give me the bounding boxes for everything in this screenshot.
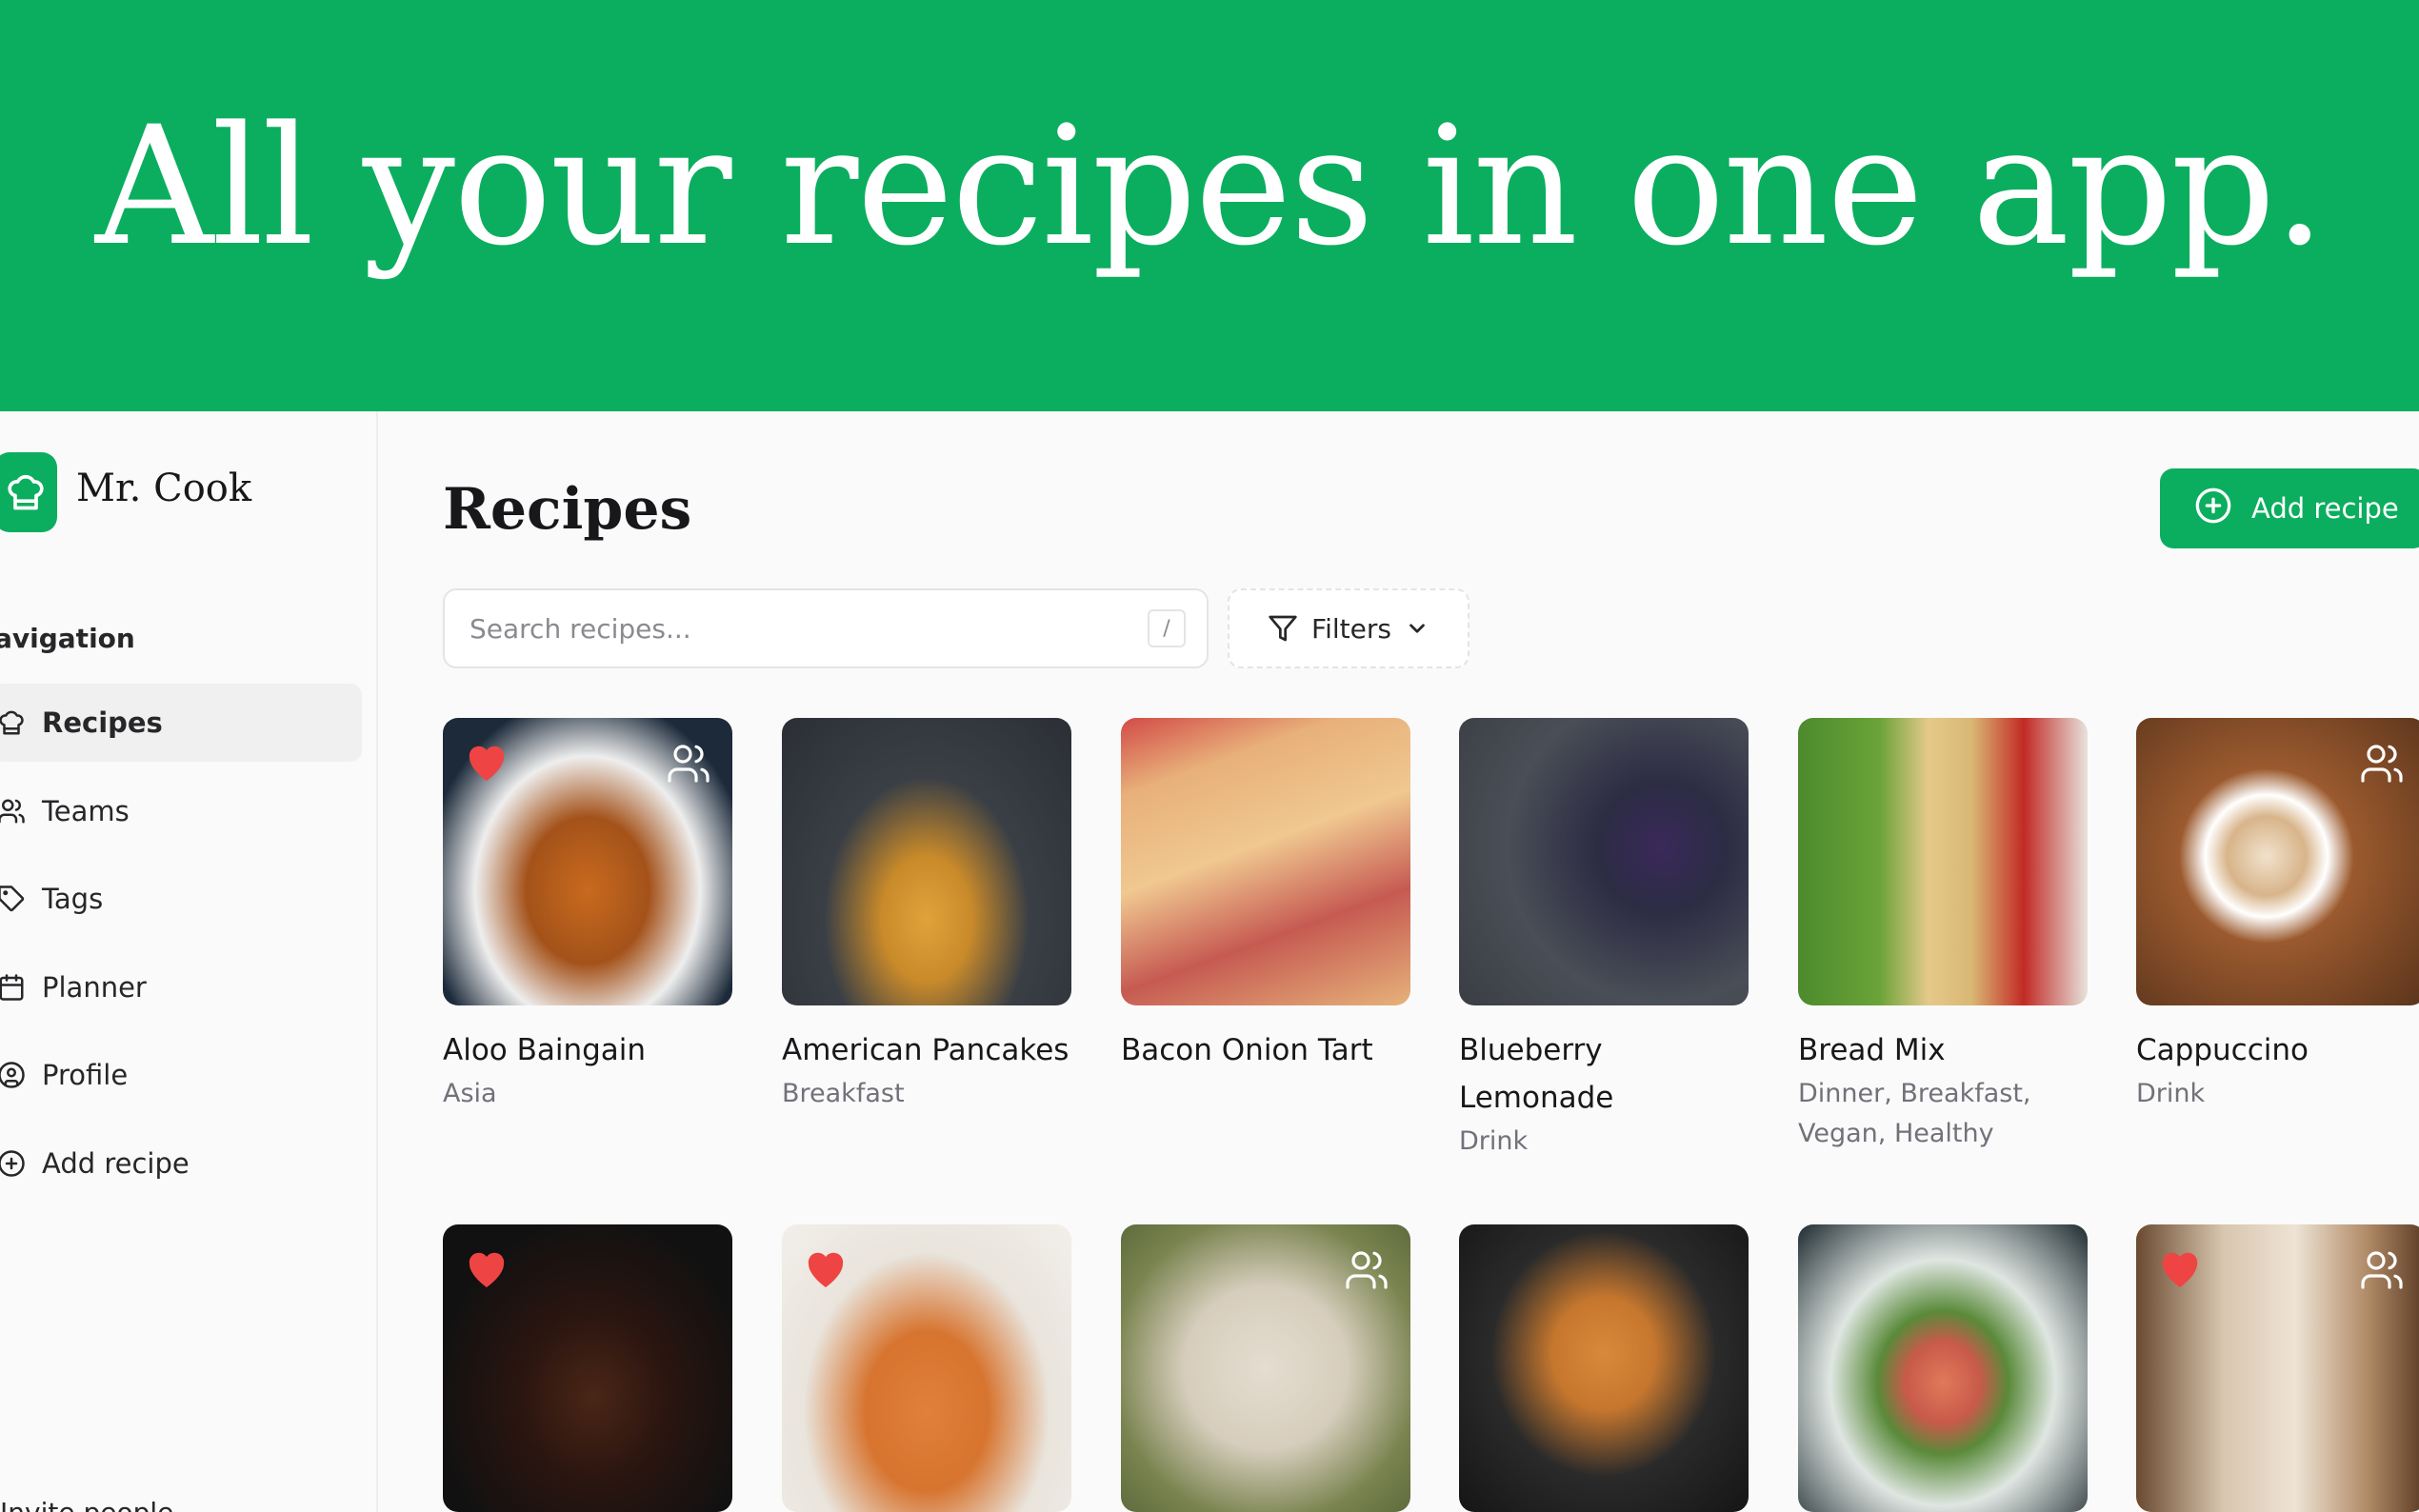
sidebar-item-label: Profile [42, 1059, 129, 1091]
tag-icon [0, 884, 27, 914]
filters-button[interactable]: Filters [1228, 588, 1469, 668]
sidebar-item-label: Teams [42, 795, 130, 827]
recipe-tags: Drink [2136, 1079, 2206, 1108]
filter-icon [1268, 613, 1298, 644]
add-recipe-button[interactable]: Add recipe [2160, 468, 2419, 548]
users-icon [2359, 1247, 2405, 1297]
app-name[interactable]: Mr. Cook [76, 467, 251, 510]
recipe-image[interactable] [2136, 1224, 2419, 1512]
recipe-title[interactable]: Cappuccino [2136, 1026, 2419, 1074]
recipe-title[interactable]: Blueberry Lemonade [1459, 1026, 1749, 1122]
recipe-card[interactable]: Blueberry Lemonade Drink [1459, 718, 1749, 1162]
chevron-down-icon [1405, 616, 1429, 641]
plus-circle-icon [2194, 487, 2232, 531]
recipe-image[interactable] [443, 1224, 732, 1512]
add-recipe-label: Add recipe [2251, 492, 2399, 525]
recipe-card[interactable]: Bacon Onion Tart [1121, 718, 1410, 1074]
recipe-image[interactable] [2136, 718, 2419, 1005]
users-icon [666, 741, 711, 790]
search-placeholder: Search recipes... [470, 612, 691, 645]
heart-icon[interactable] [464, 741, 510, 786]
page-title: Recipes [443, 476, 692, 543]
recipe-tags: Asia [443, 1079, 497, 1108]
hero-title: All your recipes in one app. [94, 90, 2326, 282]
recipe-tags: Breakfast [782, 1079, 905, 1108]
recipe-image[interactable] [1459, 1224, 1749, 1512]
recipe-card[interactable]: Cappuccino Drink [2136, 718, 2419, 1114]
recipe-image[interactable] [1121, 1224, 1410, 1512]
users-icon [0, 796, 27, 826]
recipe-tags: Drink [1459, 1126, 1529, 1156]
recipe-card[interactable]: Bread Mix Dinner, Breakfast, Vegan, Heal… [1798, 718, 2088, 1154]
recipe-card[interactable] [2136, 1224, 2419, 1512]
recipe-card[interactable] [782, 1224, 1071, 1512]
recipe-card[interactable]: Aloo Baingain Asia [443, 718, 732, 1114]
sidebar-item-recipes[interactable]: Recipes [0, 684, 362, 762]
users-icon [1344, 1247, 1389, 1297]
recipe-title[interactable]: American Pancakes [782, 1026, 1071, 1074]
sidebar-item-label: Tags [42, 883, 104, 915]
sidebar-item-label: Recipes [42, 706, 163, 739]
nav-heading: avigation [0, 623, 135, 654]
search-input[interactable]: Search recipes... / [443, 588, 1209, 668]
sidebar-item-label: Planner [42, 971, 147, 1004]
users-icon [2359, 741, 2405, 790]
recipe-image[interactable] [1459, 718, 1749, 1005]
heart-icon[interactable] [464, 1247, 510, 1293]
recipe-image[interactable] [1798, 718, 2088, 1005]
sidebar: Mr. Cook avigation Recipes Teams Tags Pl… [0, 411, 378, 1512]
recipe-card[interactable] [1798, 1224, 2088, 1512]
recipe-image[interactable] [443, 718, 732, 1005]
recipe-tags: Dinner, Breakfast, Vegan, Healthy [1798, 1079, 2031, 1148]
recipe-card[interactable] [1459, 1224, 1749, 1512]
sidebar-item-tags[interactable]: Tags [0, 860, 362, 938]
sidebar-item-label: Add recipe [42, 1147, 190, 1180]
sidebar-item-planner[interactable]: Planner [0, 948, 362, 1026]
recipe-card[interactable] [1121, 1224, 1410, 1512]
recipe-image[interactable] [782, 1224, 1071, 1512]
sidebar-item-add-recipe[interactable]: Add recipe [0, 1124, 362, 1203]
chef-hat-logo-icon[interactable] [0, 452, 57, 532]
recipe-title[interactable]: Aloo Baingain [443, 1026, 732, 1074]
heart-icon[interactable] [2157, 1247, 2203, 1293]
recipe-card[interactable] [443, 1224, 732, 1512]
recipe-image[interactable] [1798, 1224, 2088, 1512]
shortcut-key: / [1148, 609, 1186, 647]
hero-banner: All your recipes in one app. [0, 0, 2419, 411]
recipe-image[interactable] [1121, 718, 1410, 1005]
sidebar-item-teams[interactable]: Teams [0, 772, 362, 850]
filters-label: Filters [1311, 612, 1391, 645]
calendar-icon [0, 972, 27, 1003]
user-circle-icon [0, 1060, 27, 1090]
recipe-title[interactable]: Bacon Onion Tart [1121, 1026, 1410, 1074]
heart-icon[interactable] [803, 1247, 849, 1293]
recipe-title[interactable]: Bread Mix [1798, 1026, 2088, 1074]
plus-circle-icon [0, 1148, 27, 1179]
sidebar-item-profile[interactable]: Profile [0, 1036, 362, 1114]
invite-people-link[interactable]: Invite people [0, 1497, 173, 1512]
main-content: Recipes Add recipe Search recipes... / F… [380, 411, 2419, 1512]
chef-hat-icon [0, 707, 27, 738]
recipe-image[interactable] [782, 718, 1071, 1005]
recipe-card[interactable]: American Pancakes Breakfast [782, 718, 1071, 1114]
